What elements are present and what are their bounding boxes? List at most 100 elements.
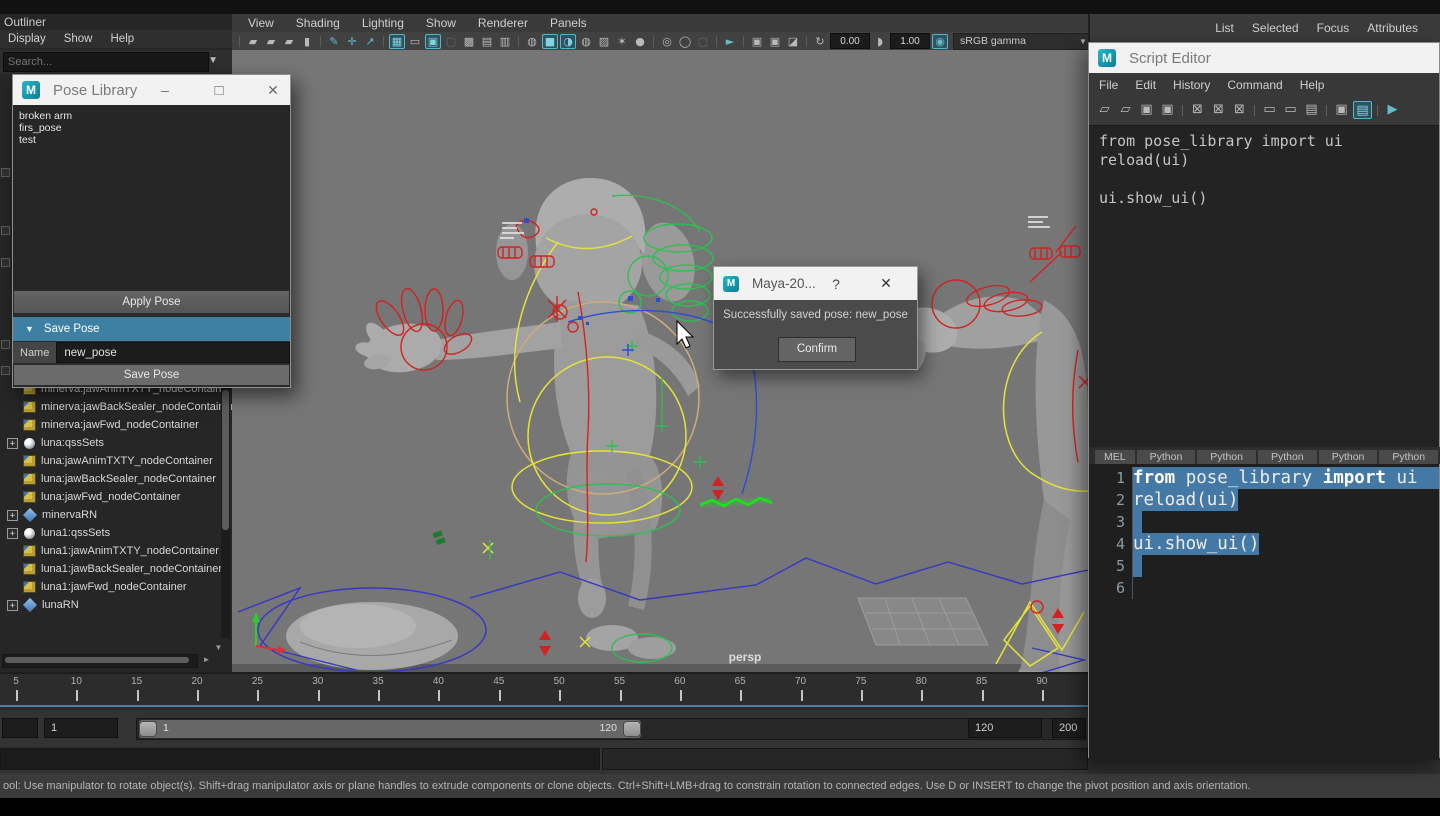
range-slider-active[interactable]: 1 120: [139, 720, 641, 738]
safe-action-icon[interactable]: ▤: [479, 34, 495, 49]
wireframe-icon[interactable]: ◍: [524, 34, 540, 49]
range-start-handle[interactable]: [139, 721, 157, 737]
xray-icon[interactable]: ▣: [749, 34, 765, 49]
outliner-horizontal-scrollbar[interactable]: [2, 654, 198, 668]
code-line[interactable]: 5: [1089, 555, 1439, 577]
clear-input-icon[interactable]: ⊠: [1209, 101, 1228, 119]
attr-menu-list[interactable]: List: [1215, 21, 1234, 35]
search-input[interactable]: [3, 52, 209, 72]
minimize-icon[interactable]: –: [155, 82, 175, 98]
outliner-item[interactable]: +luna1:jawFwd_nodeContainer: [0, 578, 239, 596]
show-both-panes-icon[interactable]: ▤: [1302, 101, 1321, 119]
camera-icon[interactable]: ▰: [245, 34, 261, 49]
playback-start-field[interactable]: [44, 718, 118, 738]
panel-menu-view[interactable]: View: [248, 16, 274, 30]
view-transform-dropdown[interactable]: sRGB gamma ▼: [953, 33, 1092, 50]
clear-history-icon[interactable]: ⊠: [1188, 101, 1207, 119]
expand-icon[interactable]: +: [7, 510, 18, 521]
outliner-item[interactable]: +luna1:qssSets: [0, 524, 239, 542]
viewport-canvas[interactable]: [232, 50, 1088, 672]
outliner-item[interactable]: +lunaRN: [0, 596, 239, 614]
xray-joints-icon[interactable]: ▣: [767, 34, 783, 49]
maximize-icon[interactable]: □: [209, 82, 229, 99]
animation-start-field[interactable]: [2, 718, 38, 738]
outliner-item[interactable]: +luna1:jawBackSealer_nodeContainer: [0, 560, 239, 578]
expand-icon[interactable]: +: [7, 600, 18, 611]
exposure-icon[interactable]: ↻: [812, 34, 828, 49]
save-pose-button[interactable]: Save Pose: [13, 364, 290, 386]
outliner-item[interactable]: +luna:jawBackSealer_nodeContainer: [0, 470, 239, 488]
camera-aim-icon[interactable]: ▰: [281, 34, 297, 49]
outliner-menu-help[interactable]: Help: [111, 33, 135, 45]
script-editor-menu-file[interactable]: File: [1099, 78, 1118, 92]
shadows-icon[interactable]: ●: [632, 34, 648, 49]
expand-icon[interactable]: +: [7, 438, 18, 449]
script-tab-python[interactable]: Python: [1379, 450, 1438, 464]
panel-menu-panels[interactable]: Panels: [550, 16, 587, 30]
code-line[interactable]: 2reload(ui): [1089, 489, 1439, 511]
gate-mask-icon[interactable]: ▢: [443, 34, 459, 49]
open-script-icon[interactable]: ▱: [1095, 101, 1114, 119]
safe-title-icon[interactable]: ▥: [497, 34, 513, 49]
panel-menu-renderer[interactable]: Renderer: [478, 16, 528, 30]
scroll-down-icon[interactable]: ▼: [212, 642, 225, 654]
bookmark-icon[interactable]: ▮: [299, 34, 315, 49]
confirm-button[interactable]: Confirm: [778, 337, 856, 362]
outliner-menu-display[interactable]: Display: [8, 33, 46, 45]
range-slider[interactable]: 1 120: [136, 718, 1086, 740]
show-history-pane-icon[interactable]: ▭: [1260, 101, 1279, 119]
show-input-pane-icon[interactable]: ▭: [1281, 101, 1300, 119]
outliner-menu-show[interactable]: Show: [64, 33, 93, 45]
outliner-item[interactable]: +minerva:jawBackSealer_nodeContainer: [0, 398, 239, 416]
pose-list-item[interactable]: broken arm: [13, 110, 290, 122]
panel-menu-lighting[interactable]: Lighting: [362, 16, 404, 30]
textured-icon[interactable]: ◑: [560, 34, 576, 49]
panel-menu-shading[interactable]: Shading: [296, 16, 340, 30]
script-editor-menu-command[interactable]: Command: [1227, 78, 1282, 92]
multisample-icon[interactable]: ▢: [695, 34, 711, 49]
attr-menu-attributes[interactable]: Attributes: [1367, 21, 1418, 35]
camera-lock-icon[interactable]: ▰: [263, 34, 279, 49]
outliner-item[interactable]: +luna:jawAnimTXTY_nodeContainer: [0, 452, 239, 470]
code-line[interactable]: 1from pose_library import ui: [1089, 467, 1439, 489]
apply-pose-button[interactable]: Apply Pose: [13, 290, 290, 314]
exposure-field[interactable]: [830, 33, 870, 49]
pencil-icon[interactable]: ✎: [326, 34, 342, 49]
line-numbers-icon[interactable]: ▤: [1353, 101, 1372, 119]
pose-list[interactable]: broken armfirs_posetest: [13, 105, 290, 290]
shaded-icon[interactable]: ■: [542, 34, 558, 49]
panel-menu-show[interactable]: Show: [426, 16, 456, 30]
range-end-handle[interactable]: [623, 721, 641, 737]
script-tab-python[interactable]: Python: [1258, 450, 1317, 464]
search-filter-dropdown-icon[interactable]: ▼: [208, 55, 218, 66]
contrast-icon[interactable]: ◗: [872, 34, 888, 49]
lights-icon[interactable]: ✶: [614, 34, 630, 49]
script-tab-python[interactable]: Python: [1319, 450, 1378, 464]
script-editor-menu-history[interactable]: History: [1173, 78, 1210, 92]
code-line[interactable]: 4ui.show_ui(): [1089, 533, 1439, 555]
outliner-item[interactable]: +luna:qssSets: [0, 434, 239, 452]
source-script-icon[interactable]: ▱: [1116, 101, 1135, 119]
playback-end-field[interactable]: [968, 718, 1042, 738]
save-selected-icon[interactable]: ▣: [1158, 101, 1177, 119]
script-tab-mel[interactable]: MEL: [1095, 450, 1135, 464]
close-icon[interactable]: ✕: [263, 82, 283, 99]
script-tab-python[interactable]: Python: [1137, 450, 1196, 464]
script-editor-menu-help[interactable]: Help: [1300, 78, 1325, 92]
gamma-field[interactable]: [890, 33, 930, 49]
script-editor-titlebar[interactable]: M Script Editor: [1089, 43, 1439, 73]
attr-menu-focus[interactable]: Focus: [1317, 21, 1350, 35]
select-highlight-icon[interactable]: ►: [722, 34, 738, 49]
execute-icon[interactable]: ▶: [1383, 101, 1402, 119]
command-line-input[interactable]: [0, 748, 600, 770]
checker-icon[interactable]: ▨: [596, 34, 612, 49]
resolution-gate-icon[interactable]: ▣: [425, 34, 441, 49]
outliner-item[interactable]: +minerva:jawFwd_nodeContainer: [0, 416, 239, 434]
script-tab-python[interactable]: Python: [1197, 450, 1256, 464]
pose-list-item[interactable]: firs_pose: [13, 122, 290, 134]
save-script-icon[interactable]: ▣: [1137, 101, 1156, 119]
command-completion-icon[interactable]: ▣: [1332, 101, 1351, 119]
outliner-item[interactable]: +minervaRN: [0, 506, 239, 524]
script-editor-menu-edit[interactable]: Edit: [1135, 78, 1156, 92]
color-management-icon[interactable]: ◉: [932, 34, 948, 49]
